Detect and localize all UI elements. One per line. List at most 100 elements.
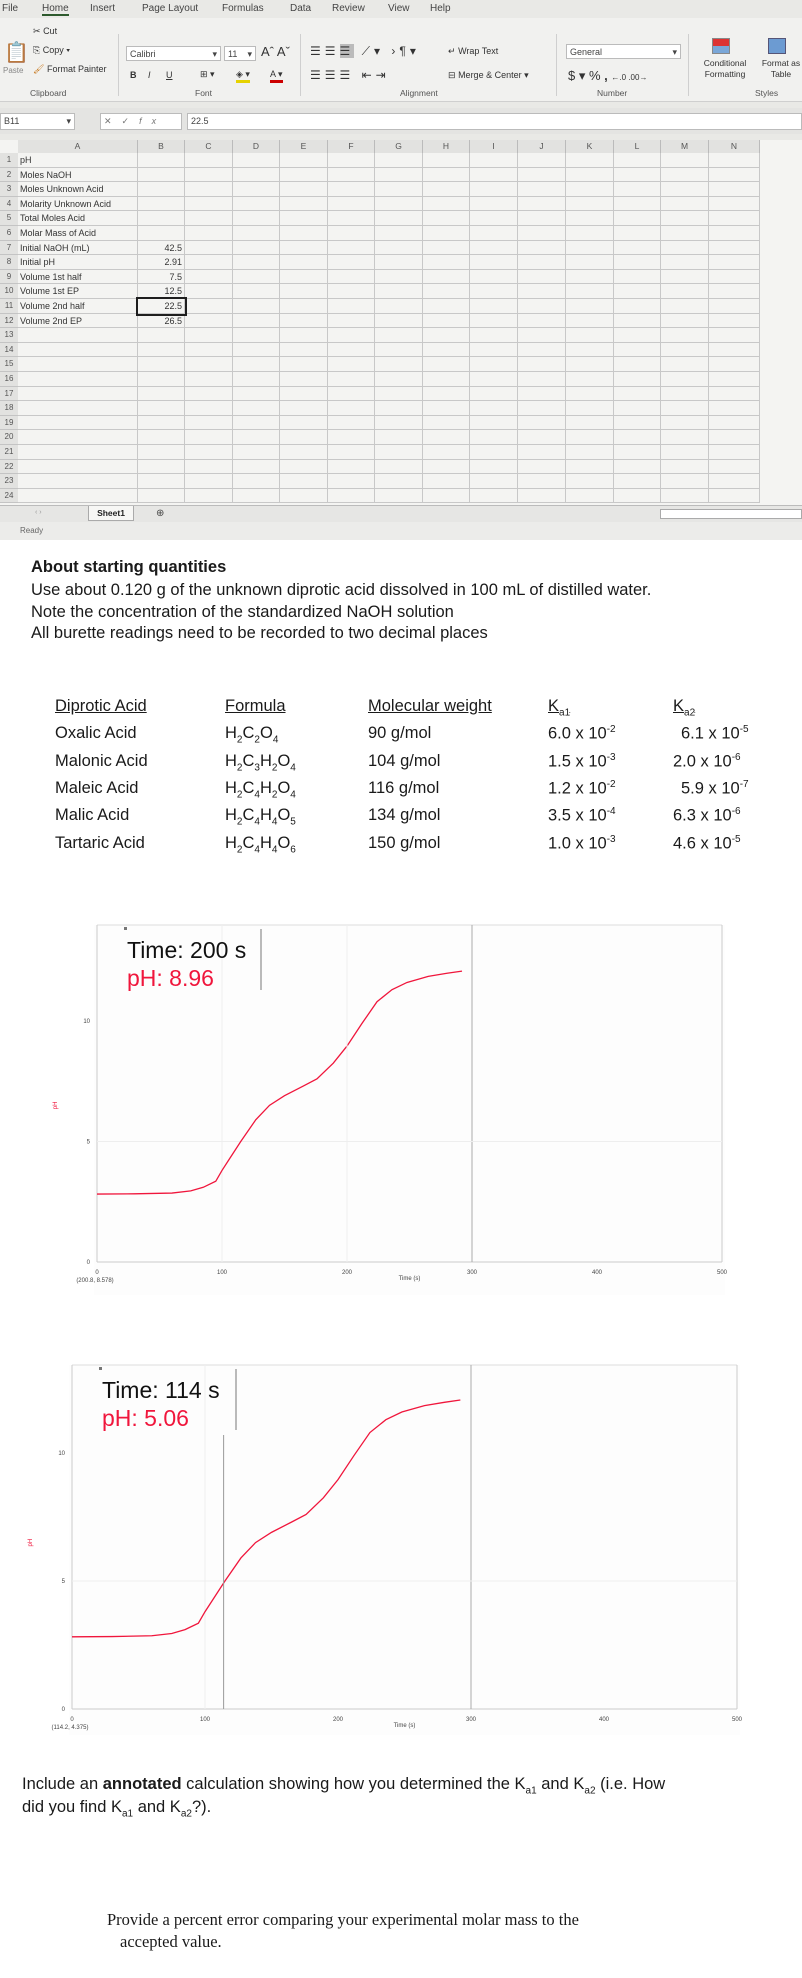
cell-I4[interactable] — [470, 196, 518, 212]
cell-K19[interactable] — [566, 415, 614, 431]
row-header[interactable]: 11 — [0, 299, 18, 314]
cell-K14[interactable] — [566, 342, 614, 358]
cell-D14[interactable] — [233, 342, 280, 358]
cell-A14[interactable] — [18, 342, 138, 358]
cell-K17[interactable] — [566, 386, 614, 402]
menu-home[interactable]: Home — [42, 3, 69, 16]
cell-G22[interactable] — [375, 459, 423, 475]
cell-M11[interactable] — [661, 299, 709, 314]
cell-I6[interactable] — [470, 226, 518, 241]
cell-J12[interactable] — [518, 313, 566, 329]
cell-N4[interactable] — [709, 196, 760, 212]
add-sheet-icon[interactable]: ⊕ — [156, 508, 164, 519]
cell-J10[interactable] — [518, 284, 566, 299]
cell-H20[interactable] — [423, 430, 470, 445]
cell-C15[interactable] — [185, 357, 233, 372]
cell-K6[interactable] — [566, 226, 614, 241]
cell-M21[interactable] — [661, 445, 709, 460]
row-header[interactable]: 23 — [0, 474, 18, 489]
cell-F5[interactable] — [328, 211, 375, 226]
cell-C11[interactable] — [185, 299, 233, 314]
cell-A9[interactable]: Volume 1st half — [18, 269, 138, 285]
cell-L7[interactable] — [614, 240, 661, 256]
cell-L13[interactable] — [614, 328, 661, 343]
cell-A22[interactable] — [18, 459, 138, 475]
menu-review[interactable]: Review — [332, 3, 365, 14]
cell-I11[interactable] — [470, 299, 518, 314]
cell-I12[interactable] — [470, 313, 518, 329]
cell-G5[interactable] — [375, 211, 423, 226]
cell-D23[interactable] — [233, 474, 280, 489]
format-painter-button[interactable]: 🖌 Format Painter — [33, 64, 106, 75]
cell-E8[interactable] — [280, 255, 328, 270]
menu-data[interactable]: Data — [290, 3, 311, 14]
cell-E13[interactable] — [280, 328, 328, 343]
cell-F10[interactable] — [328, 284, 375, 299]
cell-N2[interactable] — [709, 167, 760, 183]
cell-J1[interactable] — [518, 153, 566, 168]
column-header-D[interactable]: D — [233, 140, 280, 153]
cell-I13[interactable] — [470, 328, 518, 343]
cell-D15[interactable] — [233, 357, 280, 372]
cell-D9[interactable] — [233, 269, 280, 285]
sheet-tab-sheet1[interactable]: Sheet1 — [88, 506, 134, 521]
menu-formulas[interactable]: Formulas — [222, 3, 264, 14]
cell-C19[interactable] — [185, 415, 233, 431]
cell-F8[interactable] — [328, 255, 375, 270]
cell-A12[interactable]: Volume 2nd EP — [18, 313, 138, 329]
cell-L6[interactable] — [614, 226, 661, 241]
cell-A8[interactable]: Initial pH — [18, 255, 138, 270]
cell-L2[interactable] — [614, 167, 661, 183]
cell-F23[interactable] — [328, 474, 375, 489]
cell-H14[interactable] — [423, 342, 470, 358]
cell-E14[interactable] — [280, 342, 328, 358]
cell-G3[interactable] — [375, 182, 423, 197]
cell-H1[interactable] — [423, 153, 470, 168]
cell-I10[interactable] — [470, 284, 518, 299]
cell-F4[interactable] — [328, 196, 375, 212]
number-format-buttons[interactable]: $ ▾ % , ←.0 .00→ — [568, 68, 647, 84]
cell-A5[interactable]: Total Moles Acid — [18, 211, 138, 226]
cell-E1[interactable] — [280, 153, 328, 168]
cell-E19[interactable] — [280, 415, 328, 431]
cell-A21[interactable] — [18, 445, 138, 460]
cell-I20[interactable] — [470, 430, 518, 445]
column-header-G[interactable]: G — [375, 140, 423, 153]
cell-G2[interactable] — [375, 167, 423, 183]
cell-M3[interactable] — [661, 182, 709, 197]
cell-J17[interactable] — [518, 386, 566, 402]
cell-J20[interactable] — [518, 430, 566, 445]
cell-I23[interactable] — [470, 474, 518, 489]
cell-G21[interactable] — [375, 445, 423, 460]
cell-C10[interactable] — [185, 284, 233, 299]
cell-C8[interactable] — [185, 255, 233, 270]
cell-I16[interactable] — [470, 372, 518, 387]
cell-E17[interactable] — [280, 386, 328, 402]
cell-K1[interactable] — [566, 153, 614, 168]
format-table-icon[interactable] — [768, 38, 786, 54]
cell-D11[interactable] — [233, 299, 280, 314]
cell-C2[interactable] — [185, 167, 233, 183]
cell-F12[interactable] — [328, 313, 375, 329]
cell-B1[interactable] — [138, 153, 185, 168]
cell-M14[interactable] — [661, 342, 709, 358]
cell-H17[interactable] — [423, 386, 470, 402]
cell-I19[interactable] — [470, 415, 518, 431]
cell-N22[interactable] — [709, 459, 760, 475]
cell-C24[interactable] — [185, 488, 233, 504]
cell-M19[interactable] — [661, 415, 709, 431]
cell-D13[interactable] — [233, 328, 280, 343]
cell-B23[interactable] — [138, 474, 185, 489]
cell-L5[interactable] — [614, 211, 661, 226]
cell-A18[interactable] — [18, 401, 138, 416]
cell-J11[interactable] — [518, 299, 566, 314]
menu-insert[interactable]: Insert — [90, 3, 115, 14]
cell-M22[interactable] — [661, 459, 709, 475]
cell-H15[interactable] — [423, 357, 470, 372]
wrap-text-button[interactable]: ↵ Wrap Text — [448, 46, 498, 57]
cell-E23[interactable] — [280, 474, 328, 489]
cell-F6[interactable] — [328, 226, 375, 241]
cell-B4[interactable] — [138, 196, 185, 212]
cell-L18[interactable] — [614, 401, 661, 416]
cell-C7[interactable] — [185, 240, 233, 256]
